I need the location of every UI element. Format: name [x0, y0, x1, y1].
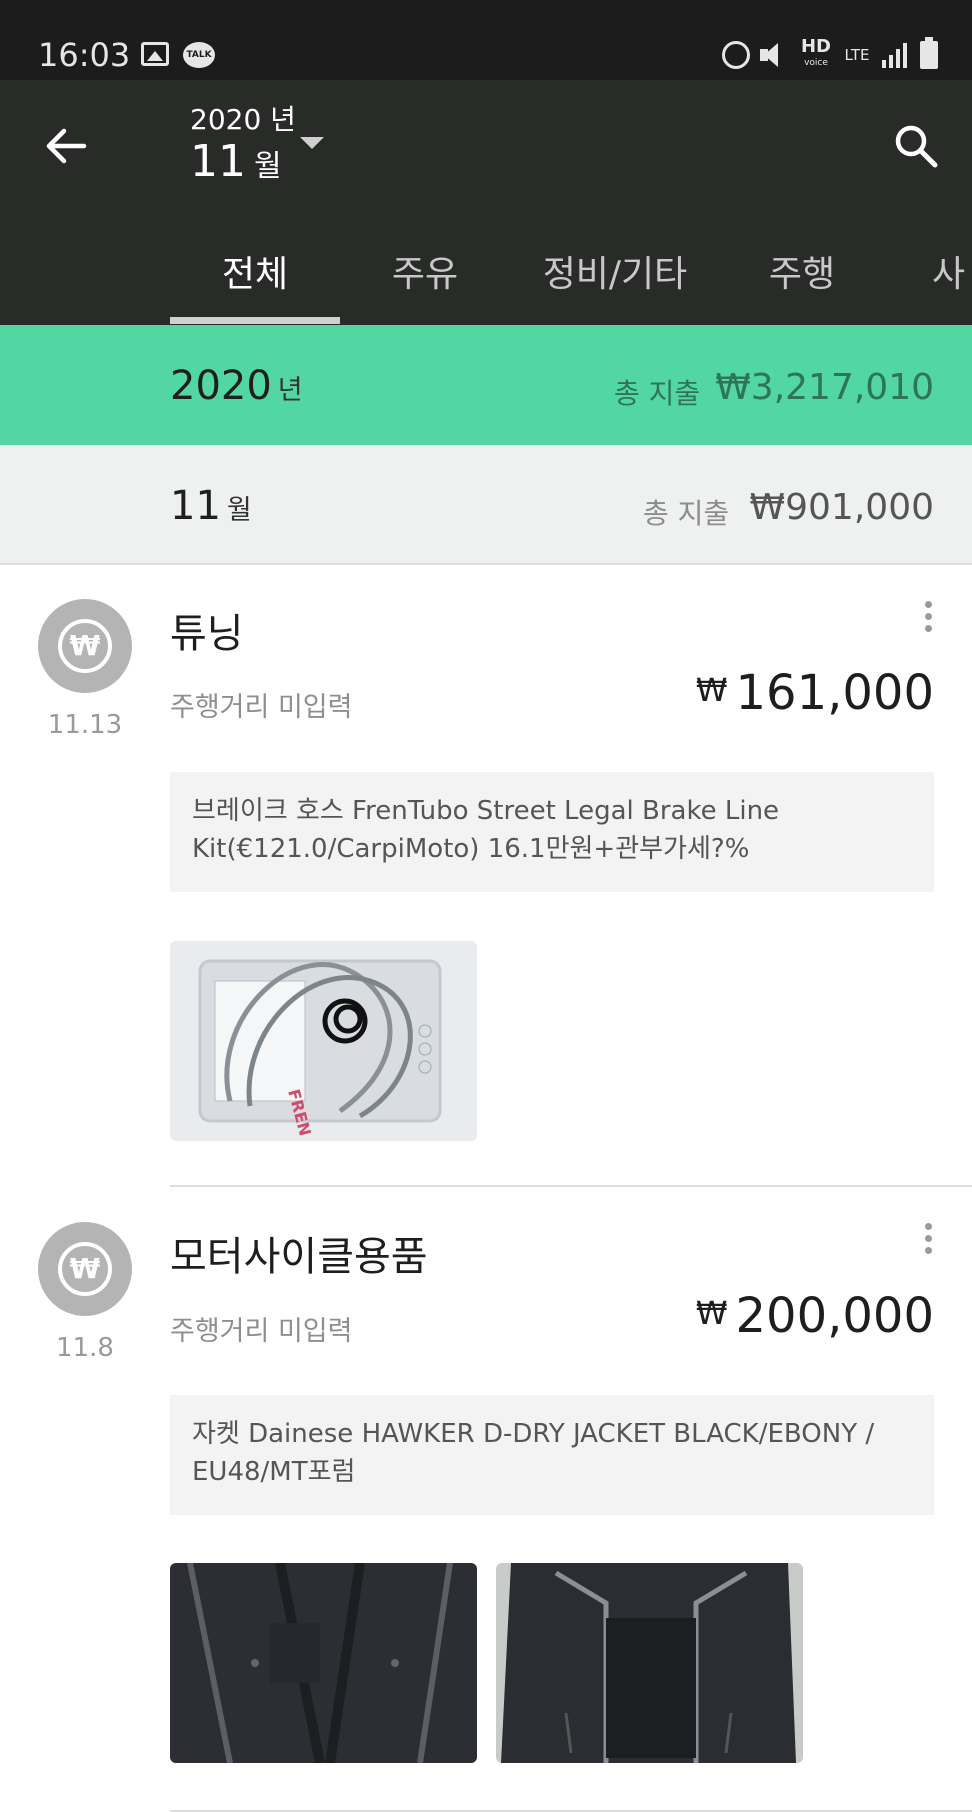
tab-driving[interactable]: 주행	[752, 240, 852, 325]
entry-category: 튜닝	[170, 611, 244, 657]
category-won-icon: ₩	[38, 1222, 132, 1316]
tab-bar: 전체 주유 정비/기타 주행 사	[0, 240, 972, 325]
tab-fuel[interactable]: 주유	[370, 240, 480, 325]
month-summary-amount: ₩901,000	[749, 487, 934, 528]
lte-icon: LTE	[844, 46, 870, 64]
more-options-icon[interactable]	[920, 601, 936, 637]
tab-maintenance[interactable]: 정비/기타	[520, 240, 710, 325]
expense-entry[interactable]: ₩ 11.8 모터사이클용품 주행거리 미입력 ₩200,000 자켓 Dain…	[0, 1187, 972, 1812]
header-month: 11 월	[190, 136, 282, 187]
expense-entry[interactable]: ₩ 11.13 튜닝 주행거리 미입력 ₩161,000 브레이크 호스 Fre…	[0, 565, 972, 1187]
tab-partial[interactable]: 사	[932, 240, 972, 325]
entry-category: 모터사이클용품	[170, 1234, 428, 1280]
brake-line-kit-photo[interactable]: FREN	[170, 941, 477, 1141]
month-summary-month: 11 월	[170, 483, 252, 529]
app-bar: 2020 년 11 월 전체 주유 정비/기타 주행 사	[0, 80, 972, 325]
year-summary: 2020 년 총 지출 ₩3,217,010	[0, 325, 972, 445]
hd-voice-icon: HD voice	[800, 36, 831, 69]
category-won-icon: ₩	[38, 599, 132, 693]
dropdown-triangle-icon[interactable]	[300, 137, 324, 149]
entry-date: 11.13	[47, 710, 123, 740]
entry-memo: 자켓 Dainese HAWKER D-DRY JACKET BLACK/EBO…	[170, 1395, 934, 1515]
alarm-icon	[722, 41, 750, 69]
month-summary-label: 총 지출	[643, 497, 730, 530]
gallery-icon	[141, 42, 169, 66]
jacket-back-photo[interactable]	[496, 1563, 803, 1763]
year-summary-amount: ₩3,217,010	[715, 367, 934, 408]
month-summary: 11 월 총 지출 ₩901,000	[0, 445, 972, 565]
entry-amount: ₩200,000	[695, 1288, 934, 1344]
entry-memo: 브레이크 호스 FrenTubo Street Legal Brake Line…	[170, 772, 934, 892]
year-summary-year: 2020 년	[170, 363, 303, 409]
entry-amount: ₩161,000	[695, 665, 934, 721]
mute-icon	[760, 41, 790, 69]
tab-all[interactable]: 전체	[170, 240, 340, 325]
entry-odometer: 주행거리 미입력	[170, 692, 353, 723]
battery-icon	[920, 37, 938, 69]
status-bar: 16:03 TALK HD voice LTE	[0, 0, 972, 80]
header-year: 2020 년	[190, 103, 296, 136]
talk-icon: TALK	[183, 42, 215, 68]
search-icon[interactable]	[893, 123, 939, 169]
more-options-icon[interactable]	[920, 1223, 936, 1259]
signal-icon	[882, 42, 910, 68]
year-summary-label: 총 지출	[614, 377, 701, 410]
active-tab-indicator	[170, 317, 340, 324]
jacket-front-photo[interactable]	[170, 1563, 477, 1763]
entry-odometer: 주행거리 미입력	[170, 1316, 353, 1347]
status-time: 16:03	[38, 36, 131, 74]
back-arrow-icon[interactable]	[44, 124, 88, 168]
entry-date: 11.8	[56, 1333, 114, 1363]
